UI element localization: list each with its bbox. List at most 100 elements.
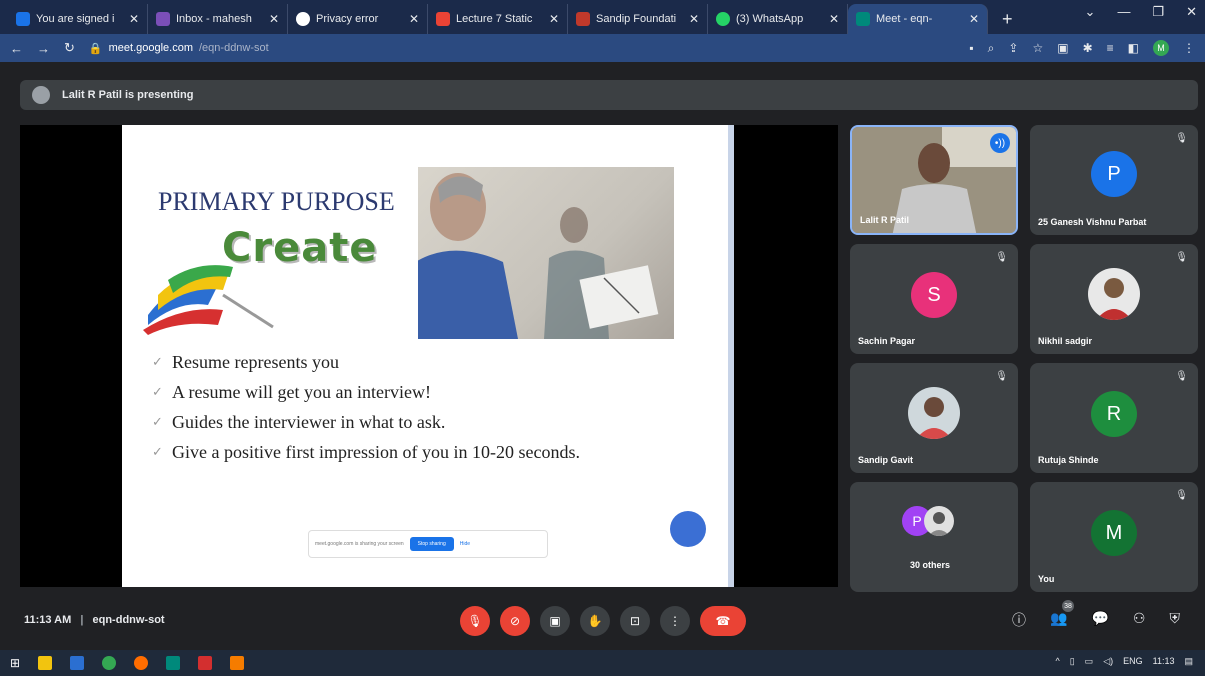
notification-icon[interactable]: ▤: [1184, 656, 1193, 667]
menu-dots-icon[interactable]: ⋮: [1183, 41, 1195, 55]
captions-button[interactable]: ▣: [540, 606, 570, 636]
participant-tile[interactable]: •)) Lalit R Patil: [850, 125, 1018, 235]
check-icon: ✓: [152, 444, 163, 459]
presentation-stage: PRIMARY PURPOSE Create ✓Resume represen: [20, 125, 838, 587]
browser-tab[interactable]: Privacy error ✕: [288, 4, 428, 34]
participant-tile-others[interactable]: P 30 others: [850, 482, 1018, 592]
close-icon[interactable]: ✕: [689, 12, 699, 26]
forward-icon[interactable]: →: [37, 41, 50, 56]
camera-toggle-button[interactable]: ⊘: [500, 606, 530, 636]
chat-icon[interactable]: 💬: [1091, 610, 1108, 630]
presenting-banner: Lalit R Patil is presenting: [20, 80, 1198, 110]
close-icon[interactable]: ✕: [829, 12, 839, 26]
browser-tab[interactable]: Inbox - mahesh ✕: [148, 4, 288, 34]
host-controls-icon[interactable]: ⛨: [1169, 610, 1180, 630]
close-icon[interactable]: ✕: [549, 12, 559, 26]
browser-tab[interactable]: Sandip Foundati ✕: [568, 4, 708, 34]
participant-tile[interactable]: 🎙 Nikhil sadgir: [1030, 244, 1198, 354]
activities-icon[interactable]: ⚇: [1133, 610, 1146, 630]
participant-avatar: S: [911, 272, 957, 318]
tab-title: You are signed i: [36, 13, 115, 25]
app-icon[interactable]: [102, 656, 117, 670]
interviewer-figure: [418, 173, 518, 339]
meeting-separator: |: [80, 614, 84, 626]
close-icon[interactable]: ✕: [129, 12, 139, 26]
more-options-button[interactable]: ⋮: [660, 606, 690, 636]
address-bar: ← → ↻ 🔒 meet.google.com/eqn-ddnw-sot ▪ ⌕…: [0, 34, 1205, 62]
app-icon[interactable]: [134, 656, 149, 670]
zoom-icon[interactable]: ⌕: [988, 41, 995, 56]
meeting-time: 11:13 AM: [24, 614, 72, 626]
raise-hand-button[interactable]: ✋: [580, 606, 610, 636]
tab-search-icon[interactable]: ⌄: [1085, 4, 1096, 20]
restore-icon[interactable]: ❐: [1152, 4, 1164, 20]
tab-title: Meet - eqn-: [876, 13, 933, 25]
language-indicator[interactable]: ENG: [1123, 656, 1143, 667]
windows-start-icon[interactable]: ⊞: [10, 656, 20, 670]
mic-muted-icon: 🎙: [1175, 252, 1188, 263]
volume-icon[interactable]: ◁): [1103, 656, 1113, 667]
hide-button[interactable]: Hide: [460, 541, 470, 547]
meeting-info: 11:13 AM | eqn-ddnw-sot: [24, 614, 165, 626]
close-icon[interactable]: ✕: [969, 12, 979, 26]
bullet-item: ✓ Give a positive first impression of you…: [152, 437, 580, 467]
tab-title: Lecture 7 Static: [456, 13, 533, 25]
browser-tab-bar: You are signed i ✕ Inbox - mahesh ✕ Privac…: [0, 0, 1205, 34]
chrome-icon[interactable]: [166, 656, 181, 670]
participant-tile[interactable]: 🎙 Sandip Gavit: [850, 363, 1018, 473]
clock[interactable]: 11:13: [1153, 656, 1175, 667]
participant-tile-self[interactable]: 🎙 M You: [1030, 482, 1198, 592]
check-icon: ✓: [152, 354, 163, 369]
file-explorer-icon[interactable]: [38, 656, 53, 670]
network-icon[interactable]: ▭: [1085, 656, 1094, 667]
reload-icon[interactable]: ↻: [64, 40, 75, 56]
back-icon[interactable]: ←: [10, 41, 23, 56]
puzzle-icon[interactable]: ✱: [1083, 41, 1093, 55]
browser-tab[interactable]: Lecture 7 Static ✕: [428, 4, 568, 34]
stop-sharing-button[interactable]: Stop sharing: [409, 537, 454, 551]
browser-tab-active[interactable]: Meet - eqn- ✕: [848, 4, 988, 34]
more-dots-icon: ⋮: [669, 614, 681, 628]
tab-favicon: [716, 12, 730, 26]
app-icon[interactable]: [70, 656, 85, 670]
sidepanel-icon[interactable]: ◧: [1128, 41, 1139, 55]
meeting-code: eqn-ddnw-sot: [92, 614, 165, 626]
participant-tile[interactable]: 🎙 P 25 Ganesh Vishnu Parbat: [1030, 125, 1198, 235]
app-icon[interactable]: [230, 656, 245, 670]
check-icon: ✓: [152, 414, 163, 429]
url-field[interactable]: 🔒 meet.google.com/eqn-ddnw-sot: [89, 42, 269, 55]
reading-list-icon[interactable]: ≡: [1107, 41, 1114, 55]
tab-favicon: [296, 12, 310, 26]
leave-call-button[interactable]: ☎: [700, 606, 746, 636]
minimize-icon[interactable]: —: [1117, 4, 1130, 20]
participant-avatar: R: [1091, 391, 1137, 437]
close-window-icon[interactable]: ✕: [1186, 4, 1197, 20]
share-icon[interactable]: ⇪: [1008, 41, 1018, 55]
url-path: /eqn-ddnw-sot: [199, 42, 269, 54]
present-button[interactable]: ⊡: [620, 606, 650, 636]
extension-icon[interactable]: ▣: [1057, 41, 1068, 55]
profile-avatar[interactable]: M: [1153, 40, 1169, 56]
close-icon[interactable]: ✕: [409, 12, 419, 26]
pdf-icon[interactable]: [198, 656, 213, 670]
battery-icon[interactable]: ▯: [1070, 656, 1075, 667]
bullet-item: ✓ Resume represents you: [152, 347, 580, 377]
tray-chevron-icon[interactable]: ^: [1055, 656, 1059, 667]
close-icon[interactable]: ✕: [269, 12, 279, 26]
tab-favicon: [436, 12, 450, 26]
mic-toggle-button[interactable]: 🎙: [460, 606, 490, 636]
browser-tab[interactable]: You are signed i ✕: [8, 4, 148, 34]
people-icon[interactable]: 👥: [1050, 610, 1067, 630]
participant-name: Nikhil sadgir: [1038, 336, 1093, 346]
camera-icon[interactable]: ▪: [969, 41, 973, 55]
participant-photo: [1088, 268, 1140, 320]
bookmark-star-icon[interactable]: ☆: [1032, 41, 1043, 55]
new-tab-button[interactable]: +: [988, 4, 1027, 34]
browser-tab[interactable]: (3) WhatsApp ✕: [708, 4, 848, 34]
toolbar-icons: ▪ ⌕ ⇪ ☆ ▣ ✱ ≡ ◧ M ⋮: [969, 40, 1195, 56]
call-controls: 🎙 ⊘ ▣ ✋ ⊡ ⋮ ☎: [460, 606, 746, 636]
participant-tile[interactable]: 🎙 R Rutuja Shinde: [1030, 363, 1198, 473]
participant-tile[interactable]: 🎙 S Sachin Pagar: [850, 244, 1018, 354]
participant-name: You: [1038, 574, 1055, 584]
meeting-details-icon[interactable]: ⓘ: [1012, 610, 1026, 630]
